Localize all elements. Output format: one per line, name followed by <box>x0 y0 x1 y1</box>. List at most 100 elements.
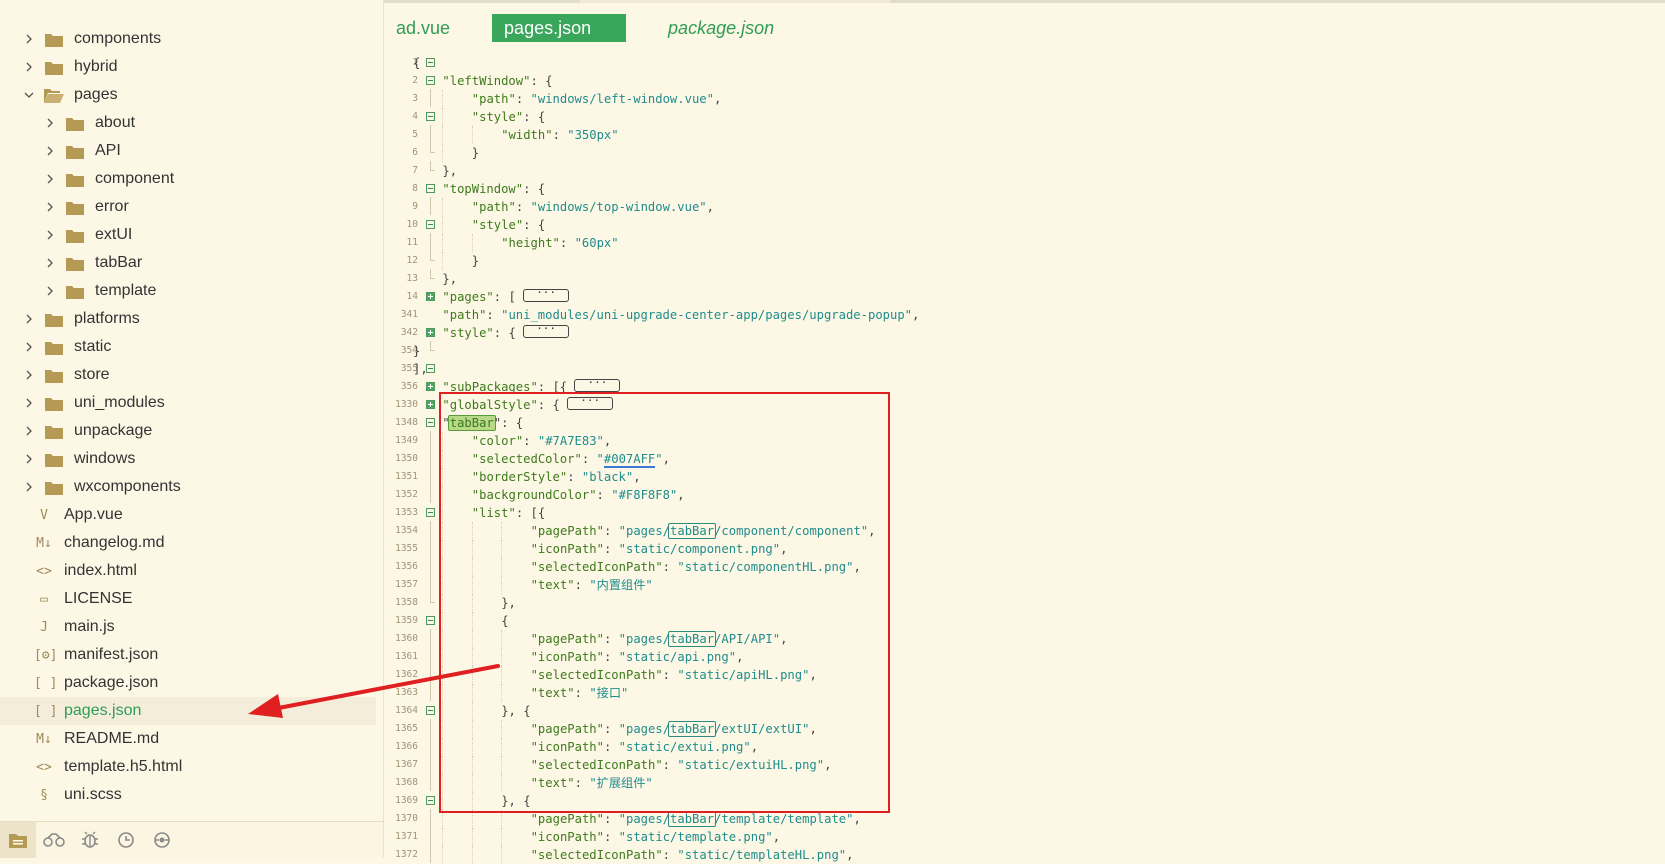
collapsed-region-marker[interactable]: ··· <box>523 287 570 302</box>
tab-pages-json[interactable]: pages.json <box>492 14 627 42</box>
chevron-right-icon[interactable] <box>20 342 38 352</box>
code-line[interactable]: 11 "height": "60px" <box>384 233 1665 252</box>
source-control-icon[interactable] <box>108 822 144 858</box>
chevron-right-icon[interactable] <box>41 118 59 128</box>
fold-expand-icon[interactable] <box>426 328 435 337</box>
code-line[interactable]: 10 "style": { <box>384 216 1665 234</box>
chevron-right-icon[interactable] <box>20 370 38 380</box>
fold-collapse-icon[interactable] <box>426 418 435 427</box>
tree-file[interactable]: M↓ README.md <box>0 725 376 753</box>
chevron-right-icon[interactable] <box>41 174 59 184</box>
chevron-right-icon[interactable] <box>20 482 38 492</box>
code-line[interactable]: 13}, <box>384 269 1665 288</box>
chevron-right-icon[interactable] <box>20 34 38 44</box>
tree-item-label: wxcomponents <box>74 478 181 495</box>
tab-ad-vue[interactable]: ad.vue <box>384 14 462 42</box>
fold-collapse-icon[interactable] <box>426 796 435 805</box>
chevron-right-icon[interactable] <box>20 454 38 464</box>
code-line[interactable]: 2 "leftWindow": { <box>384 72 1665 90</box>
tree-file[interactable]: ▭ LICENSE <box>0 585 376 613</box>
fold-expand-icon[interactable] <box>426 400 435 409</box>
code-line[interactable]: 3 "path": "windows/left-window.vue", <box>384 89 1665 108</box>
chevron-right-icon[interactable] <box>20 62 38 72</box>
tree-folder[interactable]: about <box>0 109 376 137</box>
tree-folder[interactable]: component <box>0 165 376 193</box>
chevron-down-icon[interactable] <box>20 91 38 99</box>
code-line[interactable]: 5 "width": "350px" <box>384 125 1665 144</box>
folder-icon <box>44 339 64 355</box>
tree-folder[interactable]: uni_modules <box>0 389 376 417</box>
fold-collapse-icon[interactable] <box>426 616 435 625</box>
tree-file[interactable]: § uni.scss <box>0 781 376 809</box>
fold-collapse-icon[interactable] <box>426 220 435 229</box>
tree-file[interactable]: Jmain.js <box>0 613 376 641</box>
code-line[interactable]: 355], <box>384 360 1665 378</box>
tree-folder[interactable]: extUI <box>0 221 376 249</box>
fold-collapse-icon[interactable] <box>426 76 435 85</box>
code-line[interactable]: 1372 "selectedIconPath": "static/template… <box>384 845 1665 864</box>
tree-folder[interactable]: API <box>0 137 376 165</box>
tree-folder[interactable]: platforms <box>0 305 376 333</box>
fold-expand-icon[interactable] <box>426 292 435 301</box>
code-line[interactable]: 354} <box>384 341 1665 360</box>
code-line[interactable]: 341 "path": "uni_modules/uni-upgrade-cent… <box>384 306 1665 324</box>
tab-package-json[interactable]: package.json <box>656 14 786 42</box>
tree-folder[interactable]: template <box>0 277 376 305</box>
tree-file[interactable]: [ ] pages.json <box>0 697 376 725</box>
code-line[interactable]: 1371 "iconPath": "static/template.png", <box>384 827 1665 846</box>
tree-file[interactable]: [ ] package.json <box>0 669 376 697</box>
code-line[interactable]: 4 "style": { <box>384 108 1665 126</box>
line-number: 1357 <box>395 579 418 590</box>
tree-folder[interactable]: components <box>0 25 376 53</box>
tree-folder[interactable]: wxcomponents <box>0 473 376 501</box>
chevron-right-icon[interactable] <box>41 230 59 240</box>
tree-file[interactable]: <> index.html <box>0 557 376 585</box>
tree-folder[interactable]: error <box>0 193 376 221</box>
code-line[interactable]: 1{ <box>384 54 1665 72</box>
browser-preview-icon[interactable] <box>144 822 180 858</box>
chevron-right-icon[interactable] <box>20 314 38 324</box>
tree-folder[interactable]: unpackage <box>0 417 376 445</box>
tree-folder[interactable]: static <box>0 333 376 361</box>
tree-file[interactable]: M↓ changelog.md <box>0 529 376 557</box>
collapsed-region-marker[interactable]: ··· <box>574 377 621 392</box>
cloud-plugin-icon[interactable] <box>36 822 72 858</box>
debug-icon[interactable] <box>72 822 108 858</box>
tree-folder[interactable]: pages <box>0 81 376 109</box>
tree-folder[interactable]: hybrid <box>0 53 376 81</box>
project-manager-icon[interactable] <box>0 822 36 858</box>
tree-folder[interactable]: tabBar <box>0 249 376 277</box>
tree-file[interactable]: <> template.h5.html <box>0 753 376 781</box>
file-icon: ▭ <box>40 591 48 607</box>
line-number: 2 <box>412 75 418 86</box>
code-line[interactable]: 342 "style": { ··· <box>384 323 1665 342</box>
chevron-right-icon[interactable] <box>41 146 59 156</box>
code-line[interactable]: 7}, <box>384 161 1665 180</box>
tree-file[interactable]: [⚙] manifest.json <box>0 641 376 669</box>
indent-guide <box>442 90 444 108</box>
code-line[interactable]: 9 "path": "windows/top-window.vue", <box>384 197 1665 216</box>
chevron-right-icon[interactable] <box>41 286 59 296</box>
chevron-right-icon[interactable] <box>20 426 38 436</box>
code-line[interactable]: 8 "topWindow": { <box>384 180 1665 198</box>
indent-guide <box>442 828 444 846</box>
json-string: "static/template.png" <box>618 830 773 844</box>
tree-folder[interactable]: windows <box>0 445 376 473</box>
fold-collapse-icon[interactable] <box>426 508 435 517</box>
sidebar-bottom-toolbar <box>0 821 383 858</box>
code-line[interactable]: 14 "pages": [ ··· <box>384 287 1665 306</box>
chevron-right-icon[interactable] <box>20 398 38 408</box>
fold-collapse-icon[interactable] <box>426 184 435 193</box>
fold-collapse-icon[interactable] <box>426 112 435 121</box>
tree-file[interactable]: V App.vue <box>0 501 376 529</box>
code-line[interactable]: 12} <box>384 251 1665 270</box>
fold-collapse-icon[interactable] <box>426 58 435 67</box>
code-line[interactable]: 6} <box>384 143 1665 162</box>
chevron-right-icon[interactable] <box>41 258 59 268</box>
chevron-right-icon[interactable] <box>41 202 59 212</box>
line-number: 1366 <box>395 741 418 752</box>
collapsed-region-marker[interactable]: ··· <box>523 323 570 338</box>
fold-collapse-icon[interactable] <box>426 706 435 715</box>
tree-folder[interactable]: store <box>0 361 376 389</box>
fold-expand-icon[interactable] <box>426 382 435 391</box>
